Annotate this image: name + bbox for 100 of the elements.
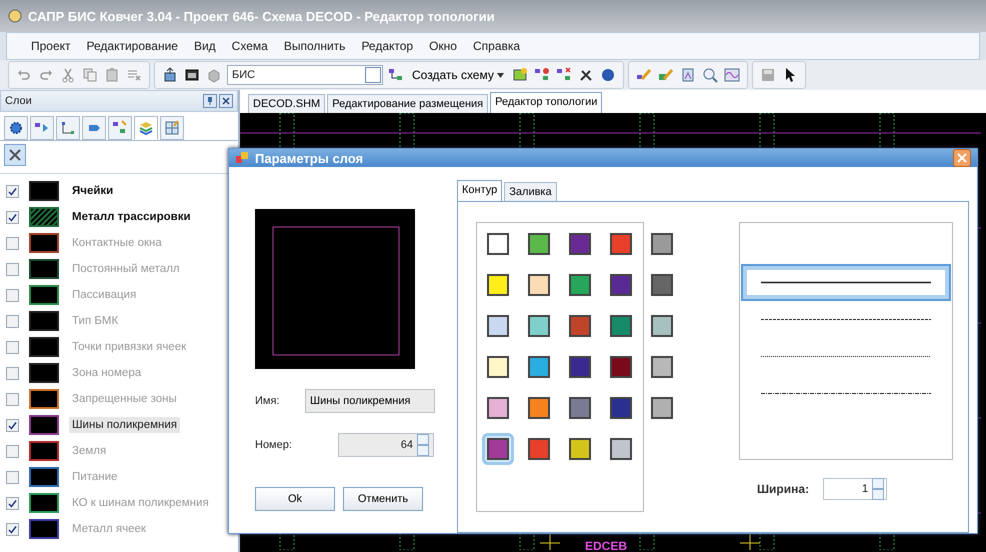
color-swatch[interactable] xyxy=(485,313,511,339)
panel-tab[interactable] xyxy=(160,116,184,140)
panel-tab-icon xyxy=(164,120,180,136)
document-tab[interactable]: Редактирование размещения xyxy=(327,94,488,113)
color-swatch[interactable] xyxy=(485,436,511,462)
ok-button[interactable]: Ok xyxy=(255,487,335,511)
width-spinbox[interactable]: 1 xyxy=(823,478,888,500)
menu-item[interactable]: Справка xyxy=(466,37,526,55)
dropdown-icon xyxy=(365,67,381,83)
close-icon xyxy=(957,153,967,163)
panel-tab[interactable] xyxy=(134,116,158,140)
dialog-icon xyxy=(235,151,249,165)
field-label: Номер: xyxy=(255,439,293,451)
color-swatch[interactable] xyxy=(608,395,634,421)
color-swatch[interactable] xyxy=(649,395,675,421)
document-tab[interactable]: Редактор топологии xyxy=(490,92,602,113)
color-swatch[interactable] xyxy=(649,231,675,257)
checkbox[interactable] xyxy=(6,288,19,302)
layer-name[interactable]: Металл трассировки xyxy=(69,209,194,225)
panel-tab[interactable] xyxy=(4,116,28,140)
checkbox[interactable] xyxy=(6,418,19,432)
layer-name[interactable]: Шины поликремния xyxy=(69,417,180,433)
menu-item[interactable]: Вид xyxy=(188,37,222,55)
checkbox[interactable] xyxy=(6,210,19,224)
line-style-icon xyxy=(761,355,931,358)
checkbox[interactable] xyxy=(6,366,19,380)
color-swatch[interactable] xyxy=(567,395,593,421)
checkbox[interactable] xyxy=(6,470,19,484)
document-tab[interactable]: DECOD.SHM xyxy=(248,94,326,113)
line-style-icon xyxy=(761,281,931,284)
checkbox[interactable] xyxy=(6,496,19,510)
panel-tab[interactable] xyxy=(82,116,106,140)
checkbox[interactable] xyxy=(6,314,19,328)
canvas-label: EDCEB xyxy=(585,540,628,552)
number-spinbox[interactable]: 64 xyxy=(338,433,434,457)
color-swatch[interactable] xyxy=(608,231,634,257)
color-swatch[interactable] xyxy=(526,231,552,257)
dialog-tab[interactable]: Контур xyxy=(457,180,502,201)
tools-icon xyxy=(8,148,22,162)
menu-item[interactable]: Редактирование xyxy=(80,37,184,55)
menu-item[interactable]: Проект xyxy=(25,37,77,55)
panel-tab-icon xyxy=(60,120,76,136)
close-button[interactable] xyxy=(219,94,233,108)
color-swatch[interactable] xyxy=(526,272,552,298)
color-swatch[interactable] xyxy=(567,272,593,298)
dialog-title: Параметры слоя xyxy=(255,150,364,166)
panel-tab[interactable] xyxy=(56,116,80,140)
color-swatch[interactable] xyxy=(526,395,552,421)
color-swatch[interactable] xyxy=(526,354,552,380)
close-icon xyxy=(222,97,230,105)
panel-tab-icon xyxy=(112,120,128,136)
waveform-icon[interactable] xyxy=(722,66,741,84)
line-style-option[interactable] xyxy=(741,264,951,301)
color-swatch[interactable] xyxy=(567,354,593,380)
color-swatch[interactable] xyxy=(608,354,634,380)
cancel-button[interactable]: Отменить xyxy=(343,487,423,511)
panel-tab-icon xyxy=(8,120,24,136)
color-swatch[interactable] xyxy=(567,313,593,339)
pin-button[interactable] xyxy=(203,94,217,108)
checkbox[interactable] xyxy=(6,392,19,406)
menu-item[interactable]: Редактор xyxy=(355,37,420,55)
color-swatch[interactable] xyxy=(526,313,552,339)
color-swatch[interactable] xyxy=(608,436,634,462)
zoom-icon[interactable] xyxy=(700,66,719,84)
color-swatch[interactable] xyxy=(526,436,552,462)
color-swatch[interactable] xyxy=(649,313,675,339)
panel-tab[interactable] xyxy=(108,116,132,140)
pin-icon xyxy=(206,97,214,105)
checkbox[interactable] xyxy=(6,444,19,458)
copy-icon[interactable] xyxy=(81,66,99,84)
panel-tab[interactable] xyxy=(30,116,54,140)
color-swatch[interactable] xyxy=(485,231,511,257)
window-title: САПР БИС Ковчег 3.04 - Проект 646- Схема DECOD - Редактор топологии xyxy=(28,8,495,24)
color-swatch[interactable] xyxy=(567,231,593,257)
checkbox[interactable] xyxy=(6,522,19,536)
checkbox[interactable] xyxy=(6,184,19,198)
menu-item[interactable]: Окно xyxy=(423,37,463,55)
checkbox[interactable] xyxy=(6,340,19,354)
color-swatch[interactable] xyxy=(608,313,634,339)
color-swatch[interactable] xyxy=(567,436,593,462)
color-swatch[interactable] xyxy=(485,272,511,298)
close-button[interactable] xyxy=(953,149,971,167)
name-field[interactable]: Шины поликремния xyxy=(305,389,435,413)
checkbox[interactable] xyxy=(6,262,19,276)
color-swatch[interactable] xyxy=(485,354,511,380)
scheme-combo[interactable]: БИС xyxy=(227,65,383,85)
color-swatch[interactable] xyxy=(485,395,511,421)
checkbox[interactable] xyxy=(6,236,19,250)
color-swatch[interactable] xyxy=(649,354,675,380)
dialog-tab[interactable]: Заливка xyxy=(504,182,557,201)
line-style-icon xyxy=(761,318,931,321)
layer-name[interactable]: Ячейки xyxy=(69,183,116,199)
create-scheme-button[interactable]: Создать схему xyxy=(409,68,507,82)
panel-title: Слои xyxy=(5,95,32,107)
menu-item[interactable]: Схема xyxy=(226,37,274,55)
color-swatch[interactable] xyxy=(608,272,634,298)
tools-button[interactable] xyxy=(4,144,26,166)
color-swatch[interactable] xyxy=(649,272,675,298)
panel-tab-icon xyxy=(138,120,154,136)
menu-item[interactable]: Выполнить xyxy=(278,37,352,55)
